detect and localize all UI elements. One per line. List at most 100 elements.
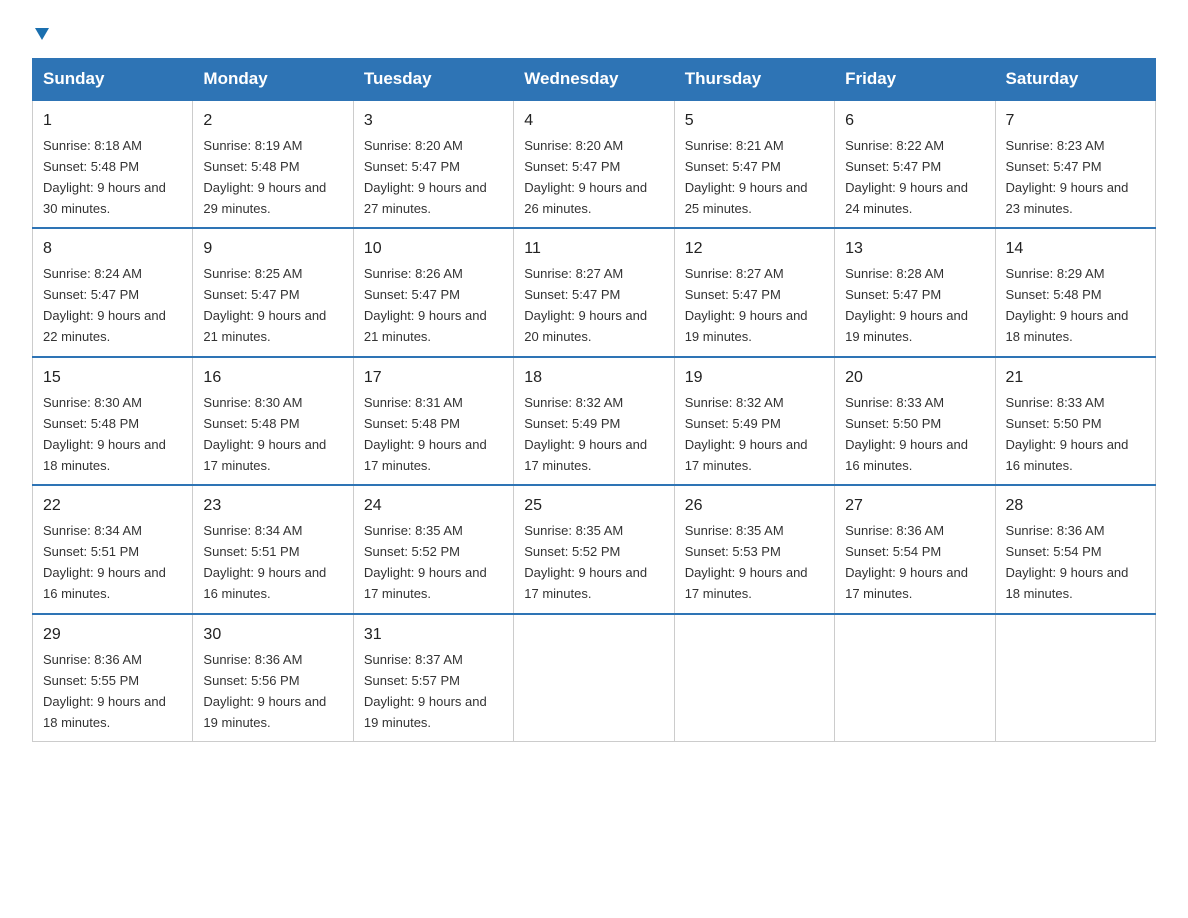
day-info: Sunrise: 8:33 AMSunset: 5:50 PMDaylight:… [1006,395,1129,473]
day-info: Sunrise: 8:36 AMSunset: 5:54 PMDaylight:… [845,523,968,601]
day-info: Sunrise: 8:32 AMSunset: 5:49 PMDaylight:… [685,395,808,473]
day-number: 3 [364,109,503,134]
day-number: 17 [364,366,503,391]
day-info: Sunrise: 8:35 AMSunset: 5:52 PMDaylight:… [524,523,647,601]
calendar-day-cell: 5 Sunrise: 8:21 AMSunset: 5:47 PMDayligh… [674,100,834,228]
day-number: 12 [685,237,824,262]
calendar-day-cell: 19 Sunrise: 8:32 AMSunset: 5:49 PMDaylig… [674,357,834,485]
calendar-day-cell: 21 Sunrise: 8:33 AMSunset: 5:50 PMDaylig… [995,357,1155,485]
day-info: Sunrise: 8:26 AMSunset: 5:47 PMDaylight:… [364,266,487,344]
calendar-day-cell [835,614,995,742]
day-info: Sunrise: 8:27 AMSunset: 5:47 PMDaylight:… [524,266,647,344]
weekday-header-friday: Friday [835,59,995,101]
calendar-day-cell: 13 Sunrise: 8:28 AMSunset: 5:47 PMDaylig… [835,228,995,356]
weekday-header-saturday: Saturday [995,59,1155,101]
weekday-header-sunday: Sunday [33,59,193,101]
day-number: 11 [524,237,663,262]
calendar-day-cell: 7 Sunrise: 8:23 AMSunset: 5:47 PMDayligh… [995,100,1155,228]
weekday-header-thursday: Thursday [674,59,834,101]
calendar-day-cell: 4 Sunrise: 8:20 AMSunset: 5:47 PMDayligh… [514,100,674,228]
calendar-day-cell: 2 Sunrise: 8:19 AMSunset: 5:48 PMDayligh… [193,100,353,228]
calendar-day-cell: 27 Sunrise: 8:36 AMSunset: 5:54 PMDaylig… [835,485,995,613]
logo-triangle-icon [33,24,51,42]
day-number: 25 [524,494,663,519]
calendar-day-cell: 10 Sunrise: 8:26 AMSunset: 5:47 PMDaylig… [353,228,513,356]
day-info: Sunrise: 8:35 AMSunset: 5:52 PMDaylight:… [364,523,487,601]
day-number: 28 [1006,494,1145,519]
day-number: 18 [524,366,663,391]
day-number: 21 [1006,366,1145,391]
calendar-day-cell: 18 Sunrise: 8:32 AMSunset: 5:49 PMDaylig… [514,357,674,485]
calendar-day-cell [674,614,834,742]
day-number: 1 [43,109,182,134]
day-info: Sunrise: 8:35 AMSunset: 5:53 PMDaylight:… [685,523,808,601]
calendar-day-cell: 16 Sunrise: 8:30 AMSunset: 5:48 PMDaylig… [193,357,353,485]
day-info: Sunrise: 8:27 AMSunset: 5:47 PMDaylight:… [685,266,808,344]
calendar-week-row: 1 Sunrise: 8:18 AMSunset: 5:48 PMDayligh… [33,100,1156,228]
day-info: Sunrise: 8:31 AMSunset: 5:48 PMDaylight:… [364,395,487,473]
calendar-week-row: 8 Sunrise: 8:24 AMSunset: 5:47 PMDayligh… [33,228,1156,356]
day-number: 4 [524,109,663,134]
day-info: Sunrise: 8:18 AMSunset: 5:48 PMDaylight:… [43,138,166,216]
day-number: 13 [845,237,984,262]
day-number: 14 [1006,237,1145,262]
day-number: 2 [203,109,342,134]
calendar-day-cell: 8 Sunrise: 8:24 AMSunset: 5:47 PMDayligh… [33,228,193,356]
day-number: 27 [845,494,984,519]
calendar-day-cell [514,614,674,742]
weekday-header-tuesday: Tuesday [353,59,513,101]
calendar-day-cell: 11 Sunrise: 8:27 AMSunset: 5:47 PMDaylig… [514,228,674,356]
calendar-day-cell: 28 Sunrise: 8:36 AMSunset: 5:54 PMDaylig… [995,485,1155,613]
weekday-header-wednesday: Wednesday [514,59,674,101]
calendar-day-cell: 29 Sunrise: 8:36 AMSunset: 5:55 PMDaylig… [33,614,193,742]
calendar-day-cell: 24 Sunrise: 8:35 AMSunset: 5:52 PMDaylig… [353,485,513,613]
day-info: Sunrise: 8:22 AMSunset: 5:47 PMDaylight:… [845,138,968,216]
calendar-day-cell: 3 Sunrise: 8:20 AMSunset: 5:47 PMDayligh… [353,100,513,228]
calendar-week-row: 15 Sunrise: 8:30 AMSunset: 5:48 PMDaylig… [33,357,1156,485]
day-number: 26 [685,494,824,519]
day-info: Sunrise: 8:23 AMSunset: 5:47 PMDaylight:… [1006,138,1129,216]
day-number: 22 [43,494,182,519]
day-info: Sunrise: 8:20 AMSunset: 5:47 PMDaylight:… [364,138,487,216]
day-info: Sunrise: 8:32 AMSunset: 5:49 PMDaylight:… [524,395,647,473]
day-number: 30 [203,623,342,648]
calendar-day-cell: 20 Sunrise: 8:33 AMSunset: 5:50 PMDaylig… [835,357,995,485]
day-number: 24 [364,494,503,519]
day-info: Sunrise: 8:34 AMSunset: 5:51 PMDaylight:… [203,523,326,601]
day-info: Sunrise: 8:33 AMSunset: 5:50 PMDaylight:… [845,395,968,473]
day-info: Sunrise: 8:19 AMSunset: 5:48 PMDaylight:… [203,138,326,216]
logo [32,24,51,42]
calendar-day-cell: 26 Sunrise: 8:35 AMSunset: 5:53 PMDaylig… [674,485,834,613]
calendar-day-cell: 1 Sunrise: 8:18 AMSunset: 5:48 PMDayligh… [33,100,193,228]
day-info: Sunrise: 8:36 AMSunset: 5:55 PMDaylight:… [43,652,166,730]
day-info: Sunrise: 8:36 AMSunset: 5:54 PMDaylight:… [1006,523,1129,601]
calendar-day-cell: 15 Sunrise: 8:30 AMSunset: 5:48 PMDaylig… [33,357,193,485]
page-header [32,24,1156,42]
day-number: 15 [43,366,182,391]
calendar-day-cell: 9 Sunrise: 8:25 AMSunset: 5:47 PMDayligh… [193,228,353,356]
calendar-day-cell: 17 Sunrise: 8:31 AMSunset: 5:48 PMDaylig… [353,357,513,485]
calendar-day-cell: 30 Sunrise: 8:36 AMSunset: 5:56 PMDaylig… [193,614,353,742]
day-number: 6 [845,109,984,134]
day-number: 7 [1006,109,1145,134]
weekday-header-monday: Monday [193,59,353,101]
calendar-week-row: 29 Sunrise: 8:36 AMSunset: 5:55 PMDaylig… [33,614,1156,742]
day-info: Sunrise: 8:24 AMSunset: 5:47 PMDaylight:… [43,266,166,344]
day-info: Sunrise: 8:30 AMSunset: 5:48 PMDaylight:… [43,395,166,473]
day-info: Sunrise: 8:34 AMSunset: 5:51 PMDaylight:… [43,523,166,601]
day-info: Sunrise: 8:25 AMSunset: 5:47 PMDaylight:… [203,266,326,344]
weekday-header-row: SundayMondayTuesdayWednesdayThursdayFrid… [33,59,1156,101]
day-number: 20 [845,366,984,391]
day-number: 8 [43,237,182,262]
day-info: Sunrise: 8:30 AMSunset: 5:48 PMDaylight:… [203,395,326,473]
day-number: 29 [43,623,182,648]
day-number: 10 [364,237,503,262]
calendar-day-cell: 31 Sunrise: 8:37 AMSunset: 5:57 PMDaylig… [353,614,513,742]
calendar-day-cell: 25 Sunrise: 8:35 AMSunset: 5:52 PMDaylig… [514,485,674,613]
day-info: Sunrise: 8:37 AMSunset: 5:57 PMDaylight:… [364,652,487,730]
day-info: Sunrise: 8:21 AMSunset: 5:47 PMDaylight:… [685,138,808,216]
day-info: Sunrise: 8:20 AMSunset: 5:47 PMDaylight:… [524,138,647,216]
calendar-day-cell: 23 Sunrise: 8:34 AMSunset: 5:51 PMDaylig… [193,485,353,613]
calendar-day-cell: 22 Sunrise: 8:34 AMSunset: 5:51 PMDaylig… [33,485,193,613]
day-number: 9 [203,237,342,262]
